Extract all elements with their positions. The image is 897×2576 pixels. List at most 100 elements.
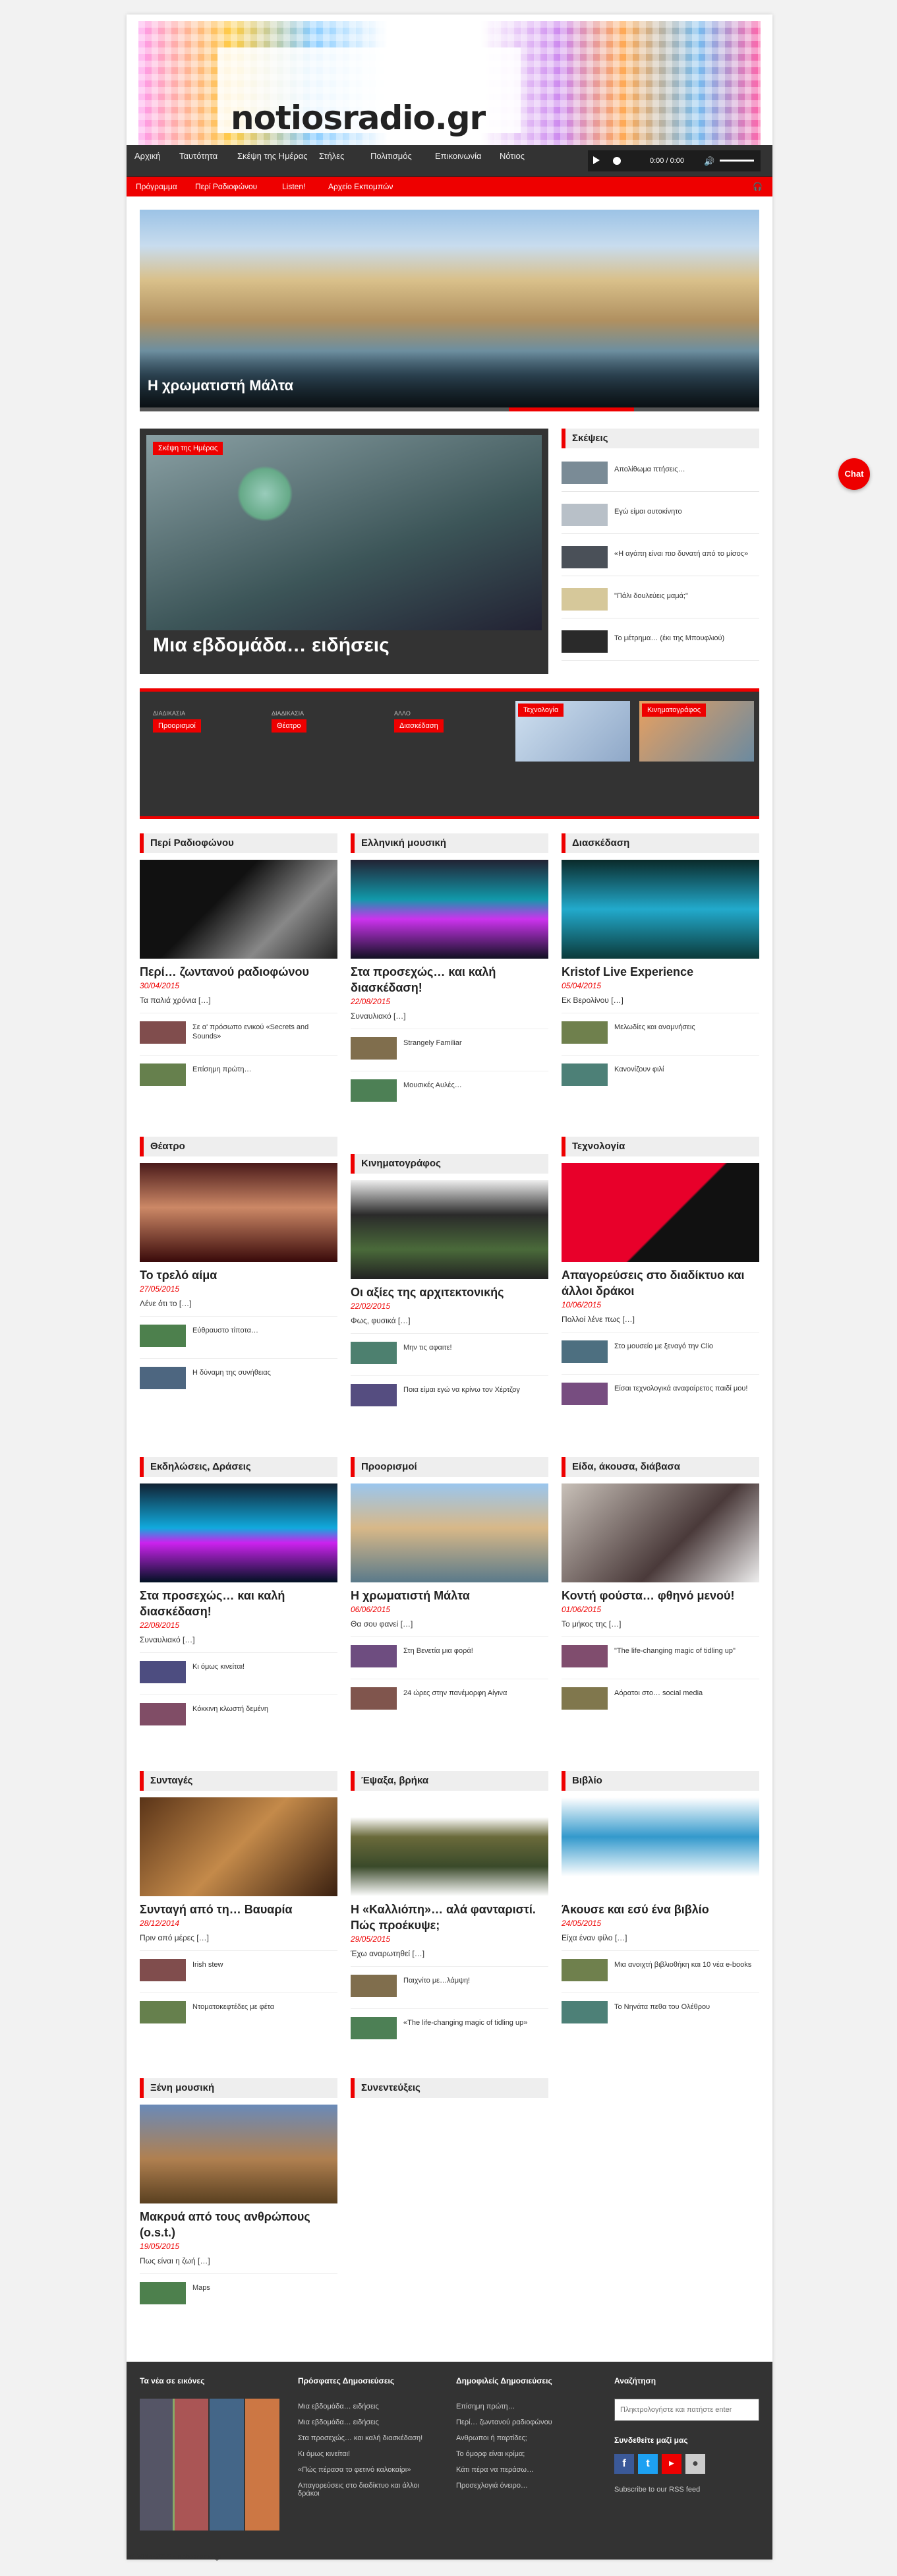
featured-image[interactable] — [146, 435, 542, 630]
post-image[interactable] — [140, 1797, 337, 1896]
list-item[interactable]: Στη Βενετία μια φορά! — [351, 1636, 548, 1669]
footer-link[interactable]: Ανθρωποι ή παρτίδες; — [456, 2434, 527, 2442]
thumbnail[interactable] — [562, 588, 608, 611]
search-input[interactable] — [614, 2399, 759, 2421]
thumbnail[interactable] — [562, 1959, 608, 1981]
progress-handle[interactable] — [613, 157, 621, 165]
footer-image-grid[interactable] — [140, 2399, 279, 2531]
section-heading[interactable]: Βιβλίο — [562, 1771, 759, 1791]
thumbnail[interactable] — [562, 1063, 608, 1086]
play-icon[interactable] — [593, 156, 600, 164]
post-image[interactable] — [351, 1180, 548, 1279]
section-heading[interactable]: Εκδηλώσεις, Δράσεις — [140, 1457, 337, 1477]
carousel-badge[interactable]: Τεχνολογία — [518, 704, 564, 717]
list-item[interactable]: Το μέτρημα… (έκι της Μπουφλιού) — [562, 621, 759, 661]
list-item-title[interactable]: Strangely Familiar — [403, 1038, 548, 1048]
post-image[interactable] — [562, 1163, 759, 1262]
post-title[interactable]: Το τρελό αίμα — [140, 1267, 337, 1283]
thumbnail[interactable] — [351, 1384, 397, 1406]
thumbnail[interactable] — [562, 630, 608, 653]
footer-link[interactable]: Στα προσεχώς… και καλή διασκέδαση! — [298, 2434, 422, 2442]
list-item-title[interactable]: Στη Βενετία μια φορά! — [403, 1646, 548, 1656]
list-item-title[interactable]: Είσαι τεχνολογικά αναφαίρετος παιδί μου! — [614, 1384, 759, 1393]
slider-title[interactable]: Η χρωματιστή Μάλτα — [148, 377, 293, 394]
thumbnail[interactable] — [351, 1037, 397, 1060]
list-item-title[interactable]: Η δύναμη της συνήθειας — [192, 1368, 337, 1377]
list-item[interactable]: «The life-changing magic of tidling up» — [351, 2008, 548, 2041]
thumbnail[interactable] — [351, 1645, 397, 1667]
list-item-title[interactable]: Μουσικές Αυλές… — [403, 1081, 548, 1090]
list-item-title[interactable]: Το μέτρημα… (έκι της Μπουφλιού) — [614, 634, 724, 642]
nav-item-thought[interactable]: Σκέψη της Ημέρας — [237, 145, 308, 177]
thumbnail[interactable] — [562, 1645, 608, 1667]
section-heading[interactable]: Περί Ραδιοφώνου — [140, 833, 337, 853]
nav-item-columns[interactable]: Στήλες — [319, 145, 344, 177]
post-image[interactable] — [562, 860, 759, 959]
list-item[interactable]: Κόκκινη κλωστή δεμένη — [140, 1694, 337, 1727]
post-image[interactable] — [351, 1483, 548, 1582]
list-item[interactable]: Κανονίζουν φιλί — [562, 1055, 759, 1088]
footer-link[interactable]: Περί… ζωντανού ραδιοφώνου — [456, 2418, 552, 2426]
featured-post[interactable]: Σκέψη της Ημέρας Μια εβδομάδα… ειδήσεις — [140, 429, 548, 674]
footer-link[interactable]: Κι όμως κινείται! — [298, 2450, 350, 2458]
list-item[interactable]: Το Νηνάτα πεθα του Ολέθρου — [562, 1992, 759, 2025]
list-item-title[interactable]: Μην τις αφαιτε! — [403, 1343, 548, 1352]
list-item[interactable]: Μουσικές Αυλές… — [351, 1071, 548, 1104]
list-item-title[interactable]: Maps — [192, 2283, 337, 2292]
category-badge[interactable]: Σκέψη της Ημέρας — [153, 442, 223, 455]
section-heading[interactable]: Συνεντεύξεις — [351, 2078, 548, 2098]
youtube-icon[interactable]: ▶ — [662, 2454, 681, 2474]
footer-link[interactable]: Το όμορφ είναι κρίμα; — [456, 2450, 525, 2458]
list-item[interactable]: "The life-changing magic of tidling up" — [562, 1636, 759, 1669]
post-image[interactable] — [140, 860, 337, 959]
post-title[interactable]: Συνταγή από τη… Βαυαρία — [140, 1902, 337, 1917]
post-title[interactable]: Μακρυά από τους ανθρώπους (o.s.t.) — [140, 2209, 337, 2240]
post-title[interactable]: Η «Καλλιόπη»… αλά φανταριστί. Πώς προέκυ… — [351, 1902, 548, 1933]
list-item[interactable]: Είσαι τεχνολογικά αναφαίρετος παιδί μου! — [562, 1374, 759, 1407]
subnav-program[interactable]: Πρόγραμμα — [136, 177, 177, 196]
facebook-icon[interactable]: f — [614, 2454, 634, 2474]
subnav-archive[interactable]: Αρχείο Εκπομπών — [328, 177, 393, 196]
footer-link[interactable]: Μια εβδομάδα… ειδήσεις — [298, 2418, 379, 2426]
thumbnail[interactable] — [351, 1687, 397, 1710]
list-item[interactable]: Μελωδίες και αναμνήσεις — [562, 1013, 759, 1046]
post-title[interactable]: Kristof Live Experience — [562, 964, 759, 980]
list-item[interactable]: Αόρατοι στο… social media — [562, 1679, 759, 1712]
footer-link[interactable]: Επίσημη πρώτη… — [456, 2403, 515, 2411]
list-item[interactable]: Maps — [140, 2273, 337, 2306]
list-item[interactable]: 24 ώρες στην πανέμορφη Αίγινα — [351, 1679, 548, 1712]
list-item-title[interactable]: Εγώ είμαι αυτοκίνητο — [614, 508, 682, 516]
list-item-title[interactable]: «The life-changing magic of tidling up» — [403, 2018, 548, 2027]
list-item[interactable]: Επίσημη πρώτη… — [140, 1055, 337, 1088]
list-item-title[interactable]: 24 ώρες στην πανέμορφη Αίγινα — [403, 1689, 548, 1698]
section-heading[interactable]: Ξένη μουσική — [140, 2078, 337, 2098]
list-item-title[interactable]: "Πάλι δουλεύεις μαμά;" — [614, 592, 688, 600]
section-heading[interactable]: Τεχνολογία — [562, 1137, 759, 1156]
list-item[interactable]: Irish stew — [140, 1950, 337, 1983]
list-item[interactable]: Ποια είμαι εγώ να κρίνω τον Χέρτζογ — [351, 1375, 548, 1408]
list-item-title[interactable]: "The life-changing magic of tidling up" — [614, 1646, 759, 1656]
list-item[interactable]: Απολίθωμα πτήσεις… — [562, 452, 759, 492]
featured-title[interactable]: Μια εβδομάδα… ειδήσεις — [153, 634, 390, 657]
rss-link[interactable]: Subscribe to our RSS feed — [614, 2486, 700, 2494]
nav-item-identity[interactable]: Ταυτότητα — [179, 145, 217, 177]
thumbnail[interactable] — [562, 2001, 608, 2023]
carousel-badge[interactable]: Προορισμοί — [153, 719, 201, 733]
thumbnail[interactable] — [140, 2001, 186, 2023]
nav-item-culture[interactable]: Πολιτισμός — [370, 145, 412, 177]
list-item[interactable]: Η δύναμη της συνήθειας — [140, 1358, 337, 1391]
post-image[interactable] — [351, 1797, 548, 1896]
list-item[interactable]: Strangely Familiar — [351, 1029, 548, 1062]
post-image[interactable] — [351, 860, 548, 959]
thumbnail[interactable] — [140, 1367, 186, 1389]
list-item[interactable]: Στο μουσείο με ξεναγό την Clio — [562, 1332, 759, 1365]
headphones-icon[interactable]: 🎧 — [753, 177, 763, 196]
section-heading[interactable]: Κινηματογράφος — [351, 1154, 548, 1174]
list-item[interactable]: "Πάλι δουλεύεις μαμά;" — [562, 579, 759, 618]
carousel-item[interactable]: ΑΛΛΟ Διασκέδαση — [394, 710, 444, 733]
thumbnail[interactable] — [140, 1325, 186, 1347]
thumbnail[interactable] — [562, 1687, 608, 1710]
carousel-badge[interactable]: Κινηματογράφος — [642, 704, 707, 717]
post-title[interactable]: Η χρωματιστή Μάλτα — [351, 1588, 548, 1603]
post-image[interactable] — [140, 2105, 337, 2203]
